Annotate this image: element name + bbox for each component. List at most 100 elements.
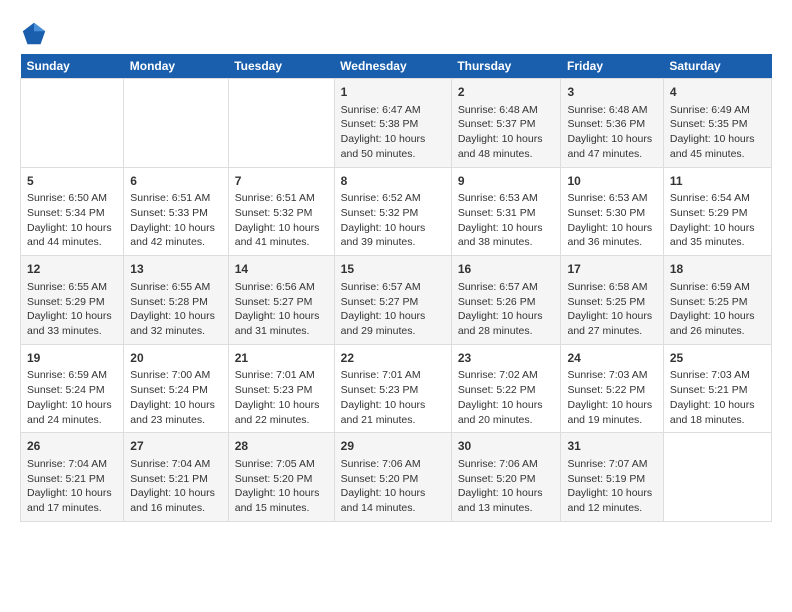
logo <box>20 20 52 48</box>
logo-icon <box>20 20 48 48</box>
cell-info: Daylight: 10 hours and 22 minutes. <box>235 398 328 427</box>
cell-info: Sunset: 5:29 PM <box>670 206 765 221</box>
calendar-cell: 9Sunrise: 6:53 AMSunset: 5:31 PMDaylight… <box>451 167 561 256</box>
week-row-4: 19Sunrise: 6:59 AMSunset: 5:24 PMDayligh… <box>21 344 772 433</box>
cell-info: Sunrise: 7:03 AM <box>567 368 656 383</box>
calendar-cell: 29 Sunrise: 7:06 AMSunset: 5:20 PMDayligh… <box>334 433 451 522</box>
calendar-cell: 11Sunrise: 6:54 AMSunset: 5:29 PMDayligh… <box>663 167 771 256</box>
cell-info: Daylight: 10 hours and 19 minutes. <box>567 398 656 427</box>
cell-info: Daylight: 10 hours and 27 minutes. <box>567 309 656 338</box>
calendar-cell: 7Sunrise: 6:51 AMSunset: 5:32 PMDaylight… <box>228 167 334 256</box>
day-number: 9 <box>458 173 555 190</box>
cell-info: Sunset: 5:38 PM <box>341 117 445 132</box>
cell-info: Sunrise: 6:58 AM <box>567 280 656 295</box>
cell-info: Sunset: 5:29 PM <box>27 295 117 310</box>
cell-info: Sunset: 5:24 PM <box>27 383 117 398</box>
calendar-table: SundayMondayTuesdayWednesdayThursdayFrid… <box>20 54 772 522</box>
cell-info: Sunrise: 7:01 AM <box>235 368 328 383</box>
cell-info: Sunset: 5:32 PM <box>235 206 328 221</box>
cell-info: Daylight: 10 hours and 18 minutes. <box>670 398 765 427</box>
day-number: 14 <box>235 261 328 278</box>
calendar-cell: 23Sunrise: 7:02 AMSunset: 5:22 PMDayligh… <box>451 344 561 433</box>
calendar-cell <box>124 79 228 168</box>
cell-info: Sunrise: 7:04 AM <box>27 457 117 472</box>
cell-info: Sunset: 5:33 PM <box>130 206 221 221</box>
cell-info: Sunset: 5:22 PM <box>567 383 656 398</box>
calendar-cell: 20Sunrise: 7:00 AMSunset: 5:24 PMDayligh… <box>124 344 228 433</box>
cell-info: Daylight: 10 hours and 13 minutes. <box>458 486 555 515</box>
day-number: 13 <box>130 261 221 278</box>
cell-info: Daylight: 10 hours and 41 minutes. <box>235 221 328 250</box>
cell-info: Daylight: 10 hours and 12 minutes. <box>567 486 656 515</box>
day-number: 27 <box>130 438 221 455</box>
cell-info: Daylight: 10 hours and 35 minutes. <box>670 221 765 250</box>
day-number: 29 <box>341 438 445 455</box>
cell-info: Sunrise: 6:59 AM <box>27 368 117 383</box>
calendar-cell: 26Sunrise: 7:04 AMSunset: 5:21 PMDayligh… <box>21 433 124 522</box>
day-number: 5 <box>27 173 117 190</box>
cell-info: Sunset: 5:35 PM <box>670 117 765 132</box>
calendar-cell: 15Sunrise: 6:57 AMSunset: 5:27 PMDayligh… <box>334 256 451 345</box>
day-header-monday: Monday <box>124 54 228 79</box>
day-number: 10 <box>567 173 656 190</box>
cell-info: Daylight: 10 hours and 24 minutes. <box>27 398 117 427</box>
cell-info: Sunrise: 6:47 AM <box>341 103 445 118</box>
day-number: 19 <box>27 350 117 367</box>
cell-info: Sunrise: 6:56 AM <box>235 280 328 295</box>
cell-info: Daylight: 10 hours and 26 minutes. <box>670 309 765 338</box>
day-number: 31 <box>567 438 656 455</box>
cell-info: Daylight: 10 hours and 38 minutes. <box>458 221 555 250</box>
cell-info: Sunrise: 7:04 AM <box>130 457 221 472</box>
cell-info: Sunset: 5:27 PM <box>235 295 328 310</box>
cell-info: Sunset: 5:20 PM <box>341 472 445 487</box>
cell-info: Sunrise: 6:57 AM <box>458 280 555 295</box>
day-header-friday: Friday <box>561 54 663 79</box>
cell-info: Sunrise: 6:52 AM <box>341 191 445 206</box>
cell-info: Sunrise: 6:53 AM <box>567 191 656 206</box>
calendar-cell: 22Sunrise: 7:01 AMSunset: 5:23 PMDayligh… <box>334 344 451 433</box>
cell-info: Daylight: 10 hours and 33 minutes. <box>27 309 117 338</box>
calendar-cell: 30Sunrise: 7:06 AMSunset: 5:20 PMDayligh… <box>451 433 561 522</box>
cell-info: Daylight: 10 hours and 48 minutes. <box>458 132 555 161</box>
cell-info: Daylight: 10 hours and 47 minutes. <box>567 132 656 161</box>
calendar-cell: 28Sunrise: 7:05 AMSunset: 5:20 PMDayligh… <box>228 433 334 522</box>
cell-info: Sunset: 5:27 PM <box>341 295 445 310</box>
day-number: 26 <box>27 438 117 455</box>
cell-info: Daylight: 10 hours and 14 minutes. <box>341 486 445 515</box>
calendar-cell: 24Sunrise: 7:03 AMSunset: 5:22 PMDayligh… <box>561 344 663 433</box>
cell-info: Daylight: 10 hours and 21 minutes. <box>341 398 445 427</box>
calendar-cell: 12Sunrise: 6:55 AMSunset: 5:29 PMDayligh… <box>21 256 124 345</box>
cell-info: Sunrise: 7:01 AM <box>341 368 445 383</box>
cell-info: Sunrise: 6:55 AM <box>130 280 221 295</box>
cell-info: Daylight: 10 hours and 15 minutes. <box>235 486 328 515</box>
cell-info: Sunset: 5:30 PM <box>567 206 656 221</box>
cell-info: Daylight: 10 hours and 42 minutes. <box>130 221 221 250</box>
cell-info: Sunrise: 6:50 AM <box>27 191 117 206</box>
day-number: 15 <box>341 261 445 278</box>
day-number: 28 <box>235 438 328 455</box>
cell-info: Sunset: 5:24 PM <box>130 383 221 398</box>
day-header-sunday: Sunday <box>21 54 124 79</box>
cell-info: Daylight: 10 hours and 20 minutes. <box>458 398 555 427</box>
cell-info: Sunset: 5:25 PM <box>670 295 765 310</box>
page: SundayMondayTuesdayWednesdayThursdayFrid… <box>0 0 792 532</box>
cell-info: Sunrise: 6:53 AM <box>458 191 555 206</box>
cell-info: Sunrise: 7:05 AM <box>235 457 328 472</box>
day-number: 30 <box>458 438 555 455</box>
cell-info: Sunrise: 7:07 AM <box>567 457 656 472</box>
cell-info: Daylight: 10 hours and 28 minutes. <box>458 309 555 338</box>
header-row: SundayMondayTuesdayWednesdayThursdayFrid… <box>21 54 772 79</box>
cell-info: Daylight: 10 hours and 45 minutes. <box>670 132 765 161</box>
cell-info: Sunset: 5:36 PM <box>567 117 656 132</box>
cell-info: Sunset: 5:37 PM <box>458 117 555 132</box>
calendar-cell: 25Sunrise: 7:03 AMSunset: 5:21 PMDayligh… <box>663 344 771 433</box>
cell-info: Sunrise: 7:06 AM <box>341 457 445 472</box>
cell-info: Sunset: 5:34 PM <box>27 206 117 221</box>
cell-info: Sunset: 5:23 PM <box>341 383 445 398</box>
day-number: 11 <box>670 173 765 190</box>
cell-info: Sunrise: 7:00 AM <box>130 368 221 383</box>
cell-info: Sunrise: 6:55 AM <box>27 280 117 295</box>
calendar-cell: 13Sunrise: 6:55 AMSunset: 5:28 PMDayligh… <box>124 256 228 345</box>
calendar-cell: 10Sunrise: 6:53 AMSunset: 5:30 PMDayligh… <box>561 167 663 256</box>
cell-info: Sunset: 5:25 PM <box>567 295 656 310</box>
